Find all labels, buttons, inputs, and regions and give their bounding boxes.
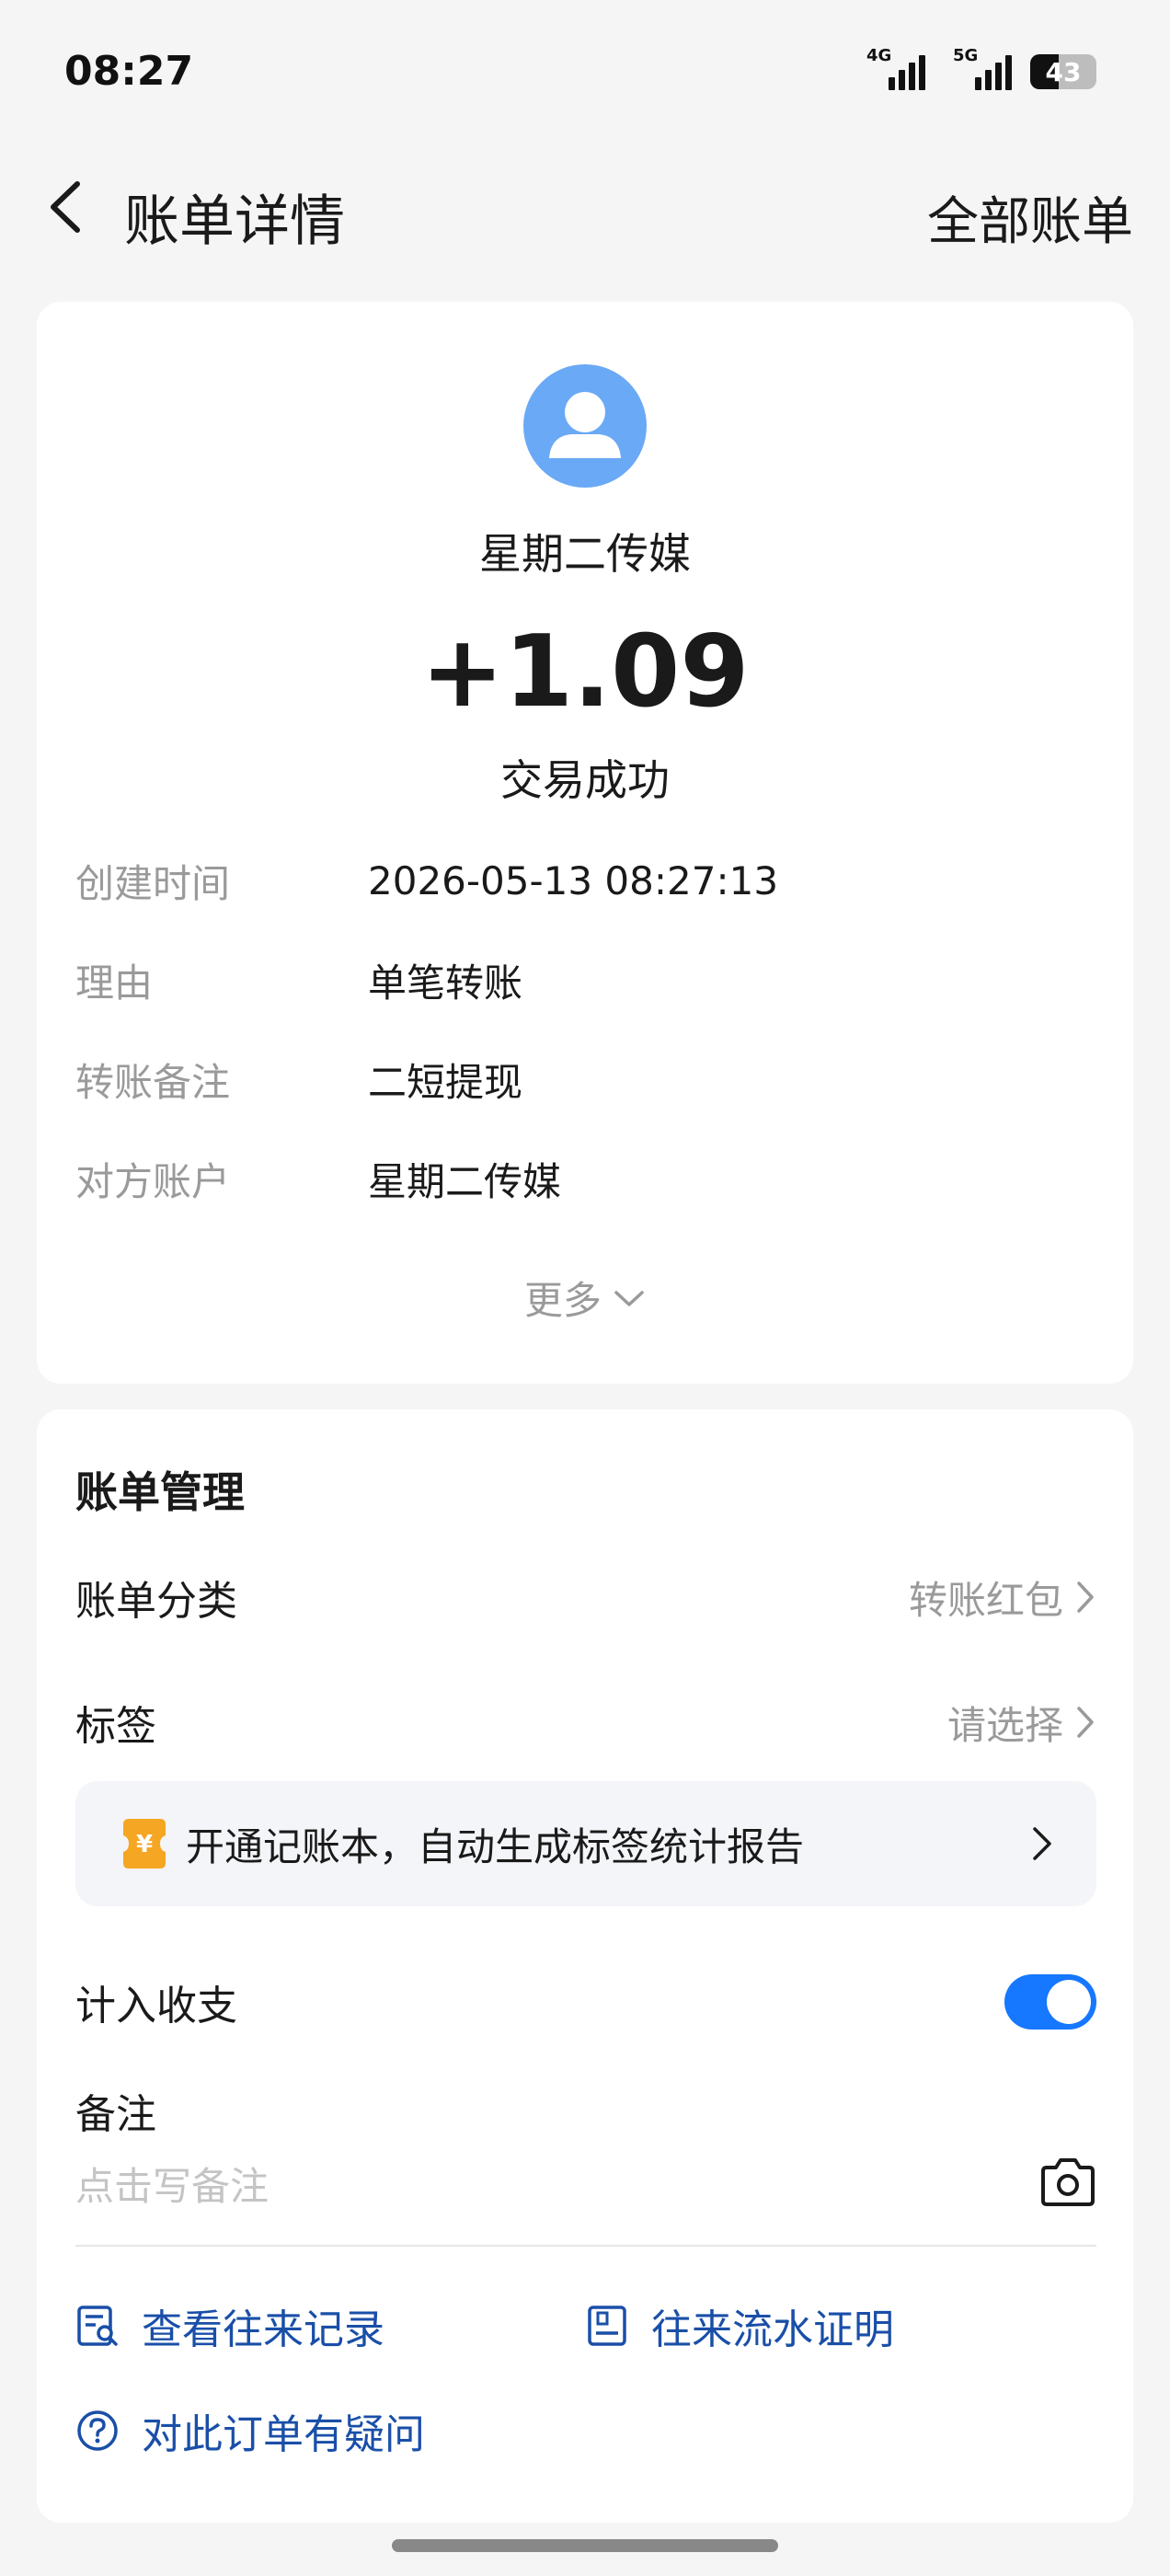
status-icons: 4G 5G 43 xyxy=(866,46,1096,90)
status-time: 08:27 xyxy=(64,48,194,95)
ledger-promo-banner[interactable]: ¥ 开通记账本，自动生成标签统计报告 xyxy=(75,1781,1096,1906)
tag-row[interactable]: 标签 请选择 xyxy=(75,1685,1096,1759)
count-in-income-expense-toggle[interactable] xyxy=(1004,1974,1096,2030)
chevron-down-icon xyxy=(614,1290,644,1306)
page-title: 账单详情 xyxy=(124,190,345,254)
user-icon xyxy=(549,392,621,458)
svg-text:¥: ¥ xyxy=(136,1831,153,1858)
section-title: 账单管理 xyxy=(75,1467,245,1517)
document-icon xyxy=(588,2306,626,2346)
transaction-amount: +1.09 xyxy=(420,615,750,730)
records-search-icon xyxy=(77,2306,118,2346)
all-bills-link[interactable]: 全部账单 xyxy=(927,180,1133,255)
bill-management-card: 账单管理 账单分类 转账红包 标签 请选择 ¥ 开通记账本，自动生成标签统计报告 xyxy=(37,1409,1133,2523)
transaction-summary-card: 星期二传媒 +1.09 交易成功 创建时间 2026-05-13 08:27:1… xyxy=(37,302,1133,1384)
view-records-link[interactable]: 查看往来记录 xyxy=(75,2296,384,2355)
cellular-signal-icon: 4G xyxy=(866,46,925,90)
cellular-signal-5g-icon: 5G xyxy=(944,46,1012,90)
status-bar: 08:27 4G 5G 43 xyxy=(0,0,1170,147)
camera-icon[interactable] xyxy=(1039,2155,1096,2208)
question-circle-icon xyxy=(77,2410,118,2451)
transaction-proof-link[interactable]: 往来流水证明 xyxy=(585,2296,894,2355)
detail-row-reason: 理由 单笔转账 xyxy=(75,960,523,1006)
transaction-status: 交易成功 xyxy=(500,755,670,805)
chevron-right-icon xyxy=(1077,1581,1094,1613)
chevron-right-icon xyxy=(1033,1827,1051,1860)
back-arrow-icon[interactable] xyxy=(37,175,101,239)
divider xyxy=(75,2245,1096,2247)
memo-label: 备注 xyxy=(75,2091,156,2138)
nav-bar: 账单详情 全部账单 xyxy=(0,147,1170,267)
battery-icon: 43 xyxy=(1030,54,1096,89)
bill-category-row[interactable]: 账单分类 转账红包 xyxy=(75,1560,1096,1634)
avatar xyxy=(523,364,647,488)
detail-row-counterparty-account: 对方账户 星期二传媒 xyxy=(75,1158,562,1204)
order-question-link[interactable]: 对此订单有疑问 xyxy=(75,2401,425,2460)
count-in-income-expense-row: 计入收支 xyxy=(75,1965,1096,2039)
chevron-right-icon xyxy=(1077,1707,1094,1738)
detail-row-created-time: 创建时间 2026-05-13 08:27:13 xyxy=(75,857,779,906)
memo-input[interactable] xyxy=(75,2153,1096,2219)
counterparty-name: 星期二传媒 xyxy=(479,529,691,579)
home-indicator[interactable] xyxy=(392,2539,778,2552)
more-button[interactable]: 更多 xyxy=(37,1270,1133,1326)
detail-row-transfer-note: 转账备注 二短提现 xyxy=(75,1059,523,1105)
yuan-coupon-icon: ¥ xyxy=(123,1819,166,1869)
